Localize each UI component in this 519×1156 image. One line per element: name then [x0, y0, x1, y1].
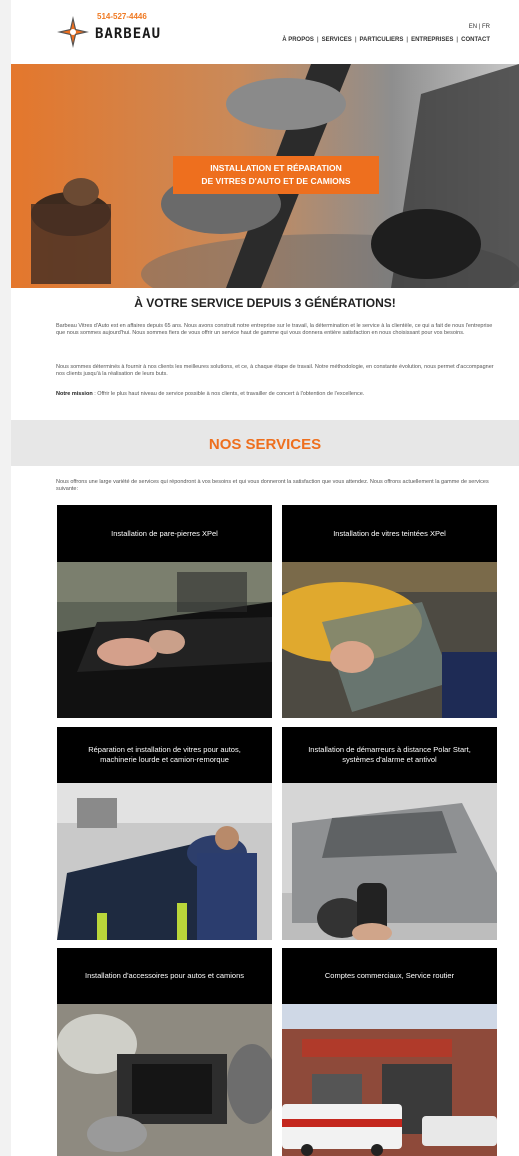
service-card-title: Comptes commerciaux, Service routier — [282, 948, 497, 1004]
brand-wordmark: BARBEAU — [95, 26, 162, 42]
service-card-image — [57, 1004, 272, 1156]
service-card-image — [282, 1004, 497, 1156]
intro-heading: À VOTRE SERVICE DEPUIS 3 GÉNÉRATIONS! — [134, 296, 396, 310]
lang-fr[interactable]: FR — [482, 24, 490, 30]
hero-title-line-1: INSTALLATION ET RÉPARATION — [210, 163, 342, 173]
intro-paragraph-1: Barbeau Vitres d'Auto est en affaires de… — [56, 323, 493, 336]
lang-en[interactable]: EN — [469, 24, 477, 30]
nav-a-propos[interactable]: À PROPOS — [282, 37, 314, 43]
page: 514-527-4446 BARBEAU EN | FR À PROPOS | SE… — [11, 0, 519, 1156]
phone-number[interactable]: 514-527-4446 — [97, 12, 147, 21]
hero-title-banner: INSTALLATION ET RÉPARATION DE VITRES D'A… — [173, 156, 379, 194]
language-switch: EN | FR — [468, 24, 490, 30]
service-card-title: Réparation et installation de vitres pou… — [57, 727, 272, 783]
nav-contact[interactable]: CONTACT — [461, 37, 490, 43]
service-card-title: Installation d'accessoires pour autos et… — [57, 948, 272, 1004]
services-intro: Nous offrons une large variété de servic… — [56, 479, 489, 492]
nav-entreprises[interactable]: ENTREPRISES — [411, 37, 453, 43]
service-card-reparation-vitres[interactable]: Réparation et installation de vitres pou… — [57, 727, 272, 940]
service-card-image — [282, 783, 497, 940]
services-heading: NOS SERVICES — [208, 436, 322, 453]
service-card-title: Installation de démarreurs à distance Po… — [282, 727, 497, 783]
service-card-vitres-teintees[interactable]: Installation de vitres teintées XPel — [282, 505, 497, 718]
service-card-image — [57, 783, 272, 940]
intro-paragraph-2: Nous sommes déterminés à fournir à nos c… — [56, 364, 494, 377]
mission-text: : Offrir le plus haut niveau de service … — [92, 391, 365, 397]
hero-banner-image: INSTALLATION ET RÉPARATION DE VITRES D'A… — [11, 64, 519, 288]
mission-label: Notre mission — [56, 391, 93, 397]
nav-particuliers[interactable]: PARTICULIERS — [360, 37, 404, 43]
hero-title-line-2: DE VITRES D'AUTO ET DE CAMIONS — [201, 176, 351, 186]
service-card-image — [282, 562, 497, 718]
service-card-accessoires[interactable]: Installation d'accessoires pour autos et… — [57, 948, 272, 1156]
site-header: 514-527-4446 BARBEAU EN | FR À PROPOS | SE… — [11, 0, 519, 64]
service-card-comptes-commerciaux[interactable]: Comptes commerciaux, Service routier — [282, 948, 497, 1156]
service-card-title: Installation de vitres teintées XPel — [282, 505, 497, 562]
service-card-pare-pierres[interactable]: Installation de pare-pierres XPel — [57, 505, 272, 718]
mission-paragraph: Notre mission : Offrir le plus haut nive… — [56, 391, 499, 398]
main-nav: À PROPOS | SERVICES | PARTICULIERS | ENTREPRIS… — [282, 37, 490, 43]
service-card-demarreurs[interactable]: Installation de démarreurs à distance Po… — [282, 727, 497, 940]
service-card-title: Installation de pare-pierres XPel — [57, 505, 272, 562]
service-card-image — [57, 562, 272, 718]
nav-services[interactable]: SERVICES — [322, 37, 352, 43]
services-band: NOS SERVICES — [11, 420, 519, 466]
compass-logo-icon — [57, 16, 89, 48]
